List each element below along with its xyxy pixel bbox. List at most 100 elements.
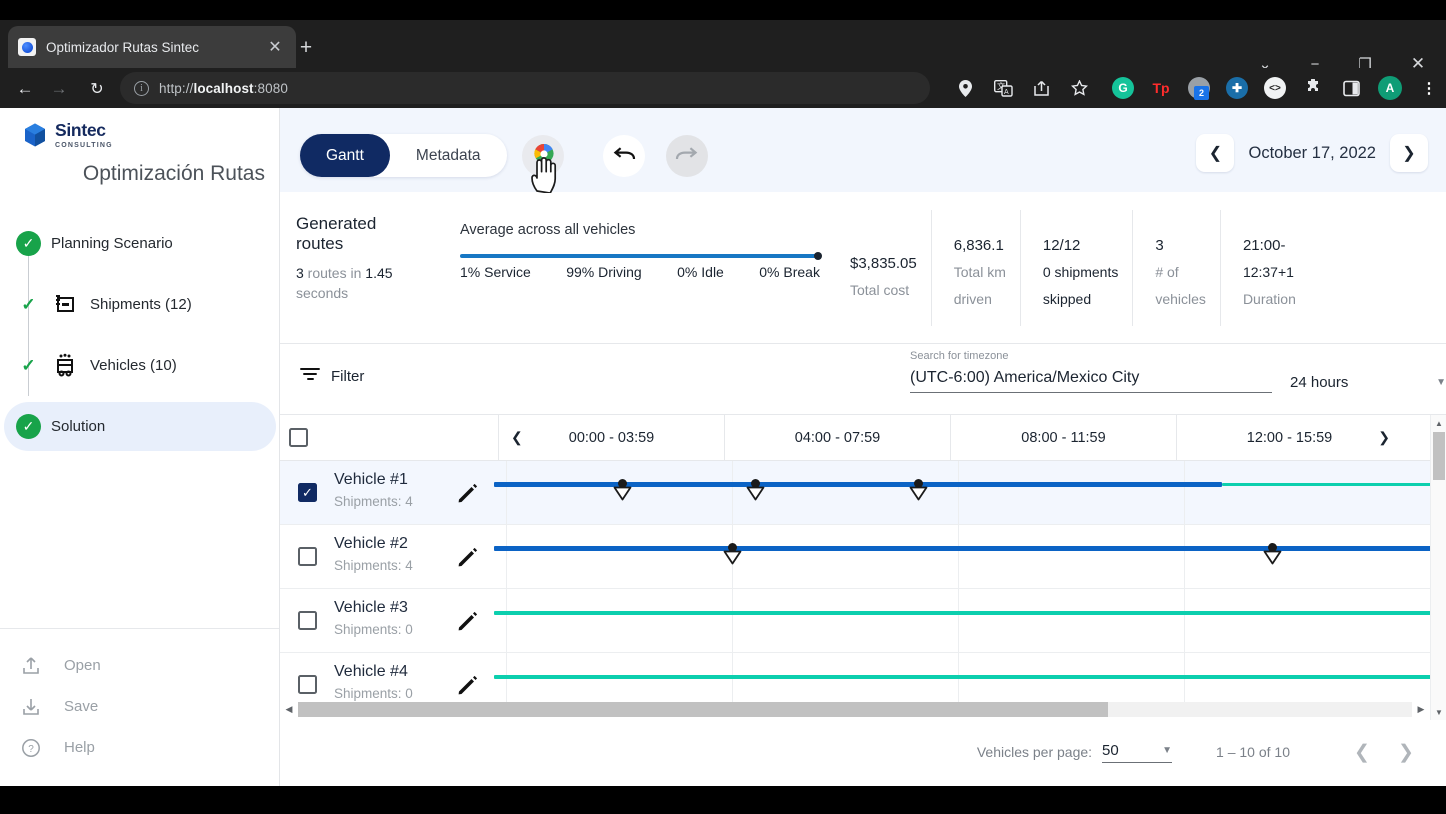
chevron-down-icon: ▼ (1436, 377, 1446, 388)
omnibox-action-icons: 文A (955, 72, 1089, 104)
sidebar-item-solution[interactable]: ✓ Solution (0, 396, 280, 457)
page-title: Optimización Rutas (82, 162, 265, 185)
gantt-vertical-scrollbar[interactable]: ▲ ▼ (1430, 415, 1446, 720)
location-pin-icon[interactable] (955, 78, 975, 98)
colorzilla-icon[interactable]: ✚ (1226, 77, 1248, 99)
sidebar-item-planning-scenario[interactable]: ✓ Planning Scenario (0, 213, 280, 274)
row-checkbox[interactable] (298, 547, 317, 566)
route-bar-idle (494, 611, 1446, 615)
route-bar-driving (494, 546, 1446, 551)
close-icon[interactable]: ✕ (264, 36, 286, 58)
route-bar-idle (494, 675, 1446, 679)
row-checkbox[interactable]: ✓ (298, 483, 317, 502)
share-icon[interactable] (1031, 78, 1051, 98)
grammarly-icon[interactable]: G (1112, 77, 1134, 99)
pencil-icon[interactable] (456, 481, 480, 505)
table-row[interactable]: Vehicle #2 Shipments: 4 (280, 525, 1446, 589)
scrollbar-thumb[interactable] (1433, 432, 1445, 480)
kebab-menu-icon[interactable]: ⋮ (1418, 77, 1440, 99)
address-bar[interactable]: i http://localhost:8080 (120, 72, 930, 104)
vehicle-name: Vehicle #1 (334, 471, 408, 488)
scroll-down-arrow-icon[interactable]: ▼ (1431, 704, 1446, 720)
scroll-up-arrow-icon[interactable]: ▲ (1431, 415, 1446, 431)
notification-icon[interactable]: 2 (1188, 77, 1210, 100)
route-bar-driving (494, 482, 1222, 487)
table-row[interactable]: ✓ Vehicle #1 Shipments: 4 (280, 461, 1446, 525)
legend-service: 1% Service (460, 264, 531, 280)
tab-metadata[interactable]: Metadata (390, 134, 507, 177)
new-tab-button[interactable]: + (292, 34, 320, 62)
hours-select[interactable]: 24 hours ▼ (1290, 374, 1446, 391)
scroll-left-arrow-icon[interactable]: ◀ (280, 704, 298, 715)
brand-logo: Sintec CONSULTING (22, 120, 113, 149)
gridline (732, 461, 733, 524)
gantt-gridlines (494, 589, 1446, 652)
teachers-pay-teachers-icon[interactable]: Tp (1150, 77, 1172, 99)
kpi-label: Total cost (850, 282, 910, 298)
shipment-marker[interactable] (723, 550, 742, 570)
pencil-icon[interactable] (456, 673, 480, 697)
tab-gantt[interactable]: Gantt (300, 134, 390, 177)
side-panel-icon[interactable] (1340, 77, 1362, 99)
average-legend: 1% Service 99% Driving 0% Idle 0% Break (460, 264, 820, 280)
translate-icon[interactable]: 文A (993, 78, 1013, 98)
forward-button[interactable]: → (46, 76, 72, 102)
table-row[interactable]: Vehicle #3 Shipments: 0 (280, 589, 1446, 653)
shipment-marker[interactable] (1263, 550, 1282, 570)
shipment-marker[interactable] (909, 486, 928, 506)
scrollbar-thumb[interactable] (298, 701, 1108, 717)
pencil-icon[interactable] (456, 545, 480, 569)
select-all-cell (280, 415, 316, 460)
select-all-checkbox[interactable] (288, 428, 308, 447)
scroll-right-arrow-icon[interactable]: ▶ (1412, 704, 1430, 715)
reload-button[interactable]: ↻ (84, 76, 110, 102)
sidebar-item-open[interactable]: Open (0, 645, 279, 686)
sidebar-item-label: Shipments (12) (90, 296, 192, 313)
sidebar-item-vehicles[interactable]: ✓ Vehicles (10) (0, 335, 280, 396)
gantt-time-column-0: ❮ 00:00 - 03:59 (498, 415, 724, 460)
row-checkbox[interactable] (298, 611, 317, 630)
gridline (1184, 589, 1185, 652)
sidebar-item-shipments[interactable]: ✓ Shipments (12) (0, 274, 280, 335)
gantt-horizontal-scrollbar[interactable]: ◀ ▶ (280, 698, 1430, 720)
pagination-bar: Vehicles per page: 50 ▼ 1 – 10 of 10 ❮ ❯ (280, 724, 1446, 780)
chevron-right-icon[interactable]: ❯ (1378, 429, 1390, 446)
scrollbar-track[interactable] (298, 701, 1412, 717)
site-info-icon[interactable]: i (134, 80, 149, 96)
legend-break: 0% Break (759, 264, 820, 280)
next-date-button[interactable]: ❯ (1390, 134, 1428, 172)
filter-button[interactable]: Filter (300, 366, 364, 386)
gantt-chart: ❮ 00:00 - 03:59 04:00 - 07:59 08:00 - 11… (280, 415, 1446, 786)
kpi-label-line2: vehicles (1155, 290, 1206, 307)
pencil-icon[interactable] (456, 609, 480, 633)
row-checkbox[interactable] (298, 675, 317, 694)
timezone-field[interactable]: Search for timezone (UTC-6:00) America/M… (910, 350, 1272, 393)
chevron-left-icon[interactable]: ❮ (511, 429, 523, 446)
gridline (506, 461, 507, 524)
prev-date-button[interactable]: ❮ (1196, 134, 1235, 172)
sidebar-item-save[interactable]: Save (0, 686, 279, 727)
summary-stats: Generated routes 3 routes in 1.45 second… (280, 192, 1446, 344)
brand-name: Sintec (55, 120, 106, 140)
generated-subtitle: 3 routes in 1.45 seconds (296, 265, 393, 302)
timezone-label: Search for timezone (910, 350, 1009, 362)
gantt-time-column-3: 12:00 - 15:59 ❯ (1176, 415, 1402, 460)
sidebar-item-help[interactable]: ? Help (0, 727, 279, 768)
bookmark-star-icon[interactable] (1069, 78, 1089, 98)
shipment-marker[interactable] (613, 486, 632, 506)
per-page-select[interactable]: 50 ▼ (1102, 742, 1173, 763)
kpi-total-km: 6,836.1 Total km driven (930, 210, 1020, 326)
next-page-button[interactable]: ❯ (1384, 732, 1428, 772)
redo-button[interactable] (666, 135, 708, 177)
shipment-marker[interactable] (746, 486, 765, 506)
back-button[interactable]: ← (12, 76, 38, 102)
code-icon[interactable]: <> (1264, 77, 1286, 99)
timezone-input[interactable]: (UTC-6:00) America/Mexico City (910, 362, 1272, 393)
prev-page-button[interactable]: ❮ (1340, 732, 1384, 772)
undo-button[interactable] (603, 135, 645, 177)
puzzle-extension-icon[interactable] (1302, 77, 1324, 99)
check-circle-icon: ✓ (16, 414, 41, 439)
profile-avatar-icon[interactable]: A (1378, 76, 1402, 100)
browser-tab[interactable]: Optimizador Rutas Sintec ✕ (8, 26, 296, 68)
gantt-gridlines (494, 525, 1446, 588)
